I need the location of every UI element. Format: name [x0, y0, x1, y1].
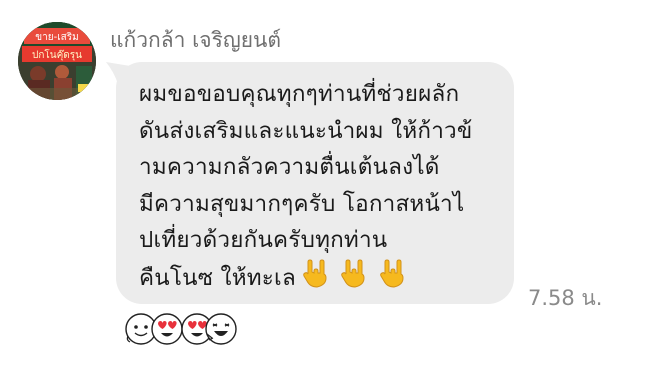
reaction-stickers[interactable] [124, 312, 244, 352]
rock-hand-icon [341, 258, 365, 288]
message-line: ดันส่งเสริมและแนะนำผม ให้ก้าวข้ [139, 117, 473, 144]
sticker-face-heart-eyes-icon[interactable] [150, 312, 184, 346]
rock-hand-icon [379, 258, 404, 288]
avatar-sign-top: ขาย-เสริม [35, 32, 78, 43]
message-text: ผมขอขอบคุณทุกๆท่านที่ช่วยผลัก ดันส่งเสริ… [139, 76, 509, 295]
rock-hand-emoji-group [302, 258, 410, 301]
sender-name: แก้วกล้า เจริญยนต์ [110, 28, 282, 52]
sticker-face-laugh-icon[interactable] [204, 312, 238, 346]
message-line: ผมขอขอบคุณทุกๆท่านที่ช่วยผลัก [139, 81, 460, 107]
message-line: ปเที่ยวด้วยกันครับทุกท่าน [139, 227, 388, 253]
message-line: คืนโนซ ให้ทะเล [139, 264, 296, 291]
message-timestamp: 7.58 น. [528, 286, 603, 310]
sender-avatar[interactable]: ขาย-เสริม ปกโนคุ๊ดรุน [18, 22, 96, 100]
avatar-sign-bottom: ปกโนคุ๊ดรุน [32, 48, 82, 61]
rock-hand-icon [303, 258, 327, 288]
message-line: มีความสุขมากๆครับ โอกาสหน้าไ [139, 190, 465, 217]
message-line: ามความกลัวความตื่นเต้นลงได้ [139, 154, 440, 180]
message-last-line: คืนโนซ ให้ทะเล [139, 258, 509, 296]
